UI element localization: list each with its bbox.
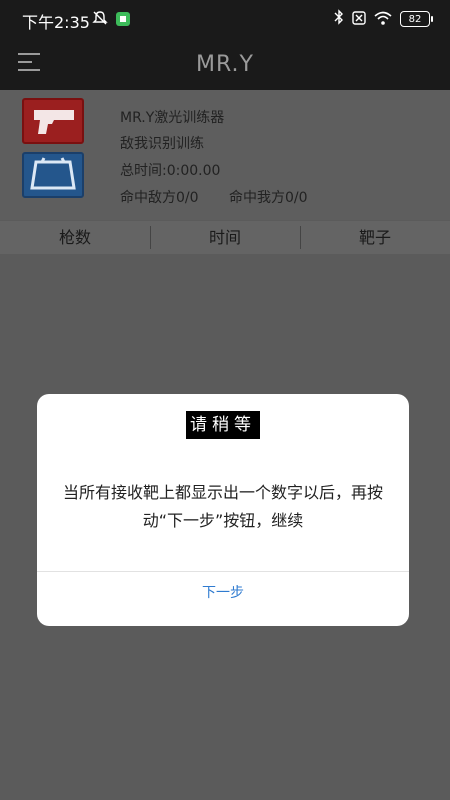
app-header: MR.Y <box>0 38 450 90</box>
wait-dialog: 请稍等 当所有接收靶上都显示出一个数字以后，再按动“下一步”按钮，继续 下一步 <box>37 394 409 626</box>
pistol-icon <box>22 98 84 144</box>
training-mode: 敌我识别训练 <box>120 136 204 152</box>
status-bar: 下午2:35 82 <box>0 0 450 38</box>
column-tabs: 枪数 时间 靶子 <box>0 221 450 254</box>
dialog-message: 当所有接收靶上都显示出一个数字以后，再按动“下一步”按钮，继续 <box>62 483 383 530</box>
training-info-panel: MR.Y激光训练器 敌我识别训练 总时间:0:00.00 命中敌方0/0 命中我… <box>0 90 450 220</box>
dialog-title: 请稍等 <box>186 411 260 439</box>
hit-friend-count: 命中我方0/0 <box>229 190 308 206</box>
status-time: 下午2:35 <box>22 13 90 32</box>
tab-shots[interactable]: 枪数 <box>0 221 150 254</box>
app-screen: 下午2:35 82 MR.Y MR.Y激光训练器 敌我识别训练 总时间:0:00… <box>0 0 450 800</box>
tab-targets[interactable]: 靶子 <box>300 221 450 254</box>
bluetooth-icon <box>334 9 344 29</box>
next-step-button[interactable]: 下一步 <box>37 572 409 626</box>
total-time: 总时间:0:00.00 <box>120 163 221 179</box>
sim-icon <box>352 10 366 29</box>
silent-icon <box>92 10 108 30</box>
battery-icon: 82 <box>400 11 433 27</box>
app-title: MR.Y <box>196 52 254 77</box>
app-notification-icon <box>116 11 130 30</box>
tab-time[interactable]: 时间 <box>150 221 300 254</box>
device-name: MR.Y激光训练器 <box>120 110 225 126</box>
target-icon <box>22 152 84 198</box>
hit-enemy-count: 命中敌方0/0 <box>120 190 199 206</box>
wifi-icon <box>374 10 392 29</box>
